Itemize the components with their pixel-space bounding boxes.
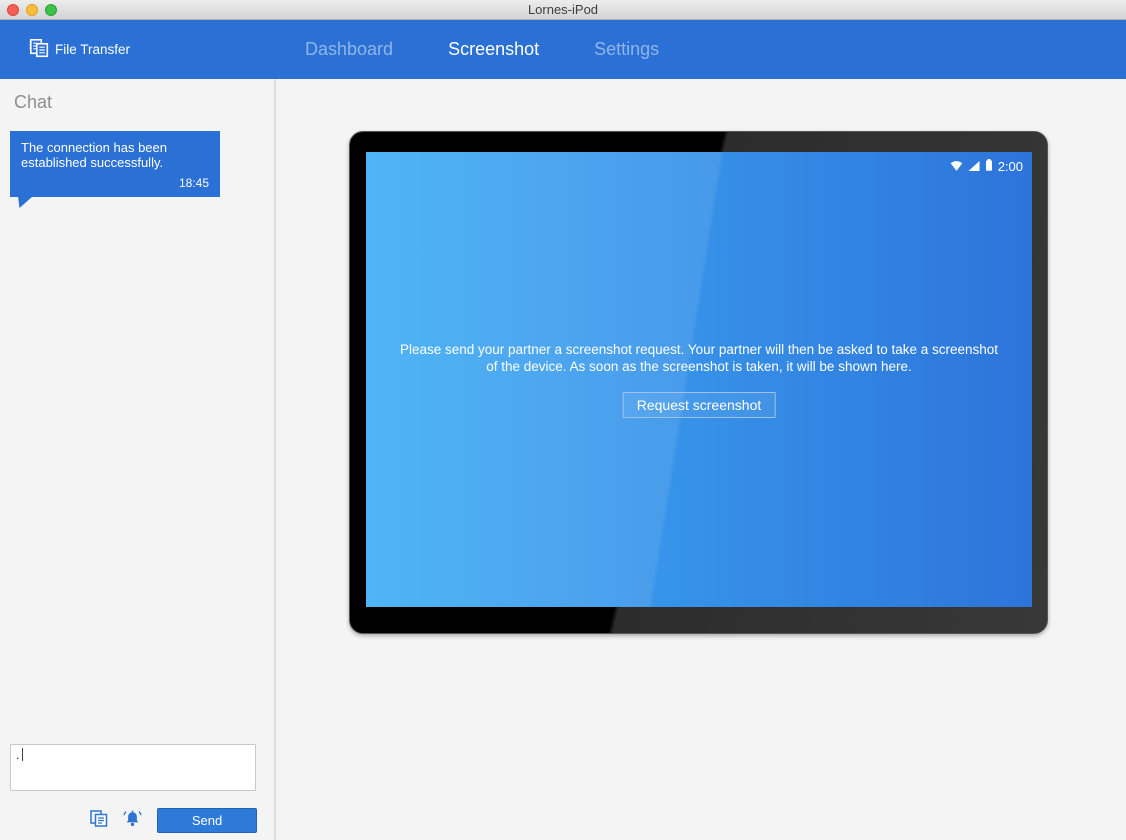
file-transfer-label: File Transfer — [55, 42, 131, 57]
app-window: Lornes-iPod File Transfer Dashboard Scre… — [0, 0, 1126, 840]
chat-input[interactable]: . — [10, 744, 256, 791]
wifi-icon — [950, 159, 963, 174]
tab-settings[interactable]: Settings — [594, 39, 659, 60]
tab-screenshot[interactable]: Screenshot — [448, 39, 539, 60]
battery-icon — [985, 159, 993, 174]
minimize-button[interactable] — [26, 3, 38, 16]
chat-message-text: The connection has been established succ… — [21, 140, 167, 170]
bell-icon[interactable] — [121, 809, 143, 829]
window-title: Lornes-iPod — [527, 2, 599, 17]
zoom-button[interactable] — [45, 3, 57, 16]
screenshot-panel: 2:00 Please send your partner a screensh… — [276, 79, 1126, 840]
chat-message-time: 18:45 — [178, 176, 209, 190]
status-time: 2:00 — [997, 159, 1023, 174]
text-caret — [22, 748, 23, 761]
tablet-device-frame: 2:00 Please send your partner a screensh… — [349, 131, 1048, 634]
tab-dashboard[interactable]: Dashboard — [305, 39, 393, 60]
traffic-lights — [7, 3, 57, 16]
request-screenshot-button[interactable]: Request screenshot — [622, 392, 776, 418]
titlebar: Lornes-iPod — [0, 0, 1126, 20]
file-transfer-icon — [29, 38, 49, 61]
signal-icon — [968, 159, 980, 174]
send-button[interactable]: Send — [157, 808, 257, 833]
device-statusbar: 2:00 — [950, 159, 1023, 174]
tablet-screen: 2:00 Please send your partner a screensh… — [366, 152, 1032, 607]
screenshot-instructions: Please send your partner a screenshot re… — [399, 342, 999, 374]
copy-icon[interactable] — [88, 810, 110, 830]
chat-sidebar: Chat The connection has been established… — [0, 79, 276, 840]
close-button[interactable] — [7, 3, 19, 16]
file-transfer-button[interactable]: File Transfer — [29, 20, 130, 79]
tab-bar: Dashboard Screenshot Settings — [305, 20, 659, 79]
app-header: File Transfer Dashboard Screenshot Setti… — [0, 20, 1126, 79]
chat-bubble-tail — [18, 196, 33, 208]
chat-message-bubble: The connection has been established succ… — [10, 131, 220, 208]
chat-heading: Chat — [14, 92, 53, 112]
